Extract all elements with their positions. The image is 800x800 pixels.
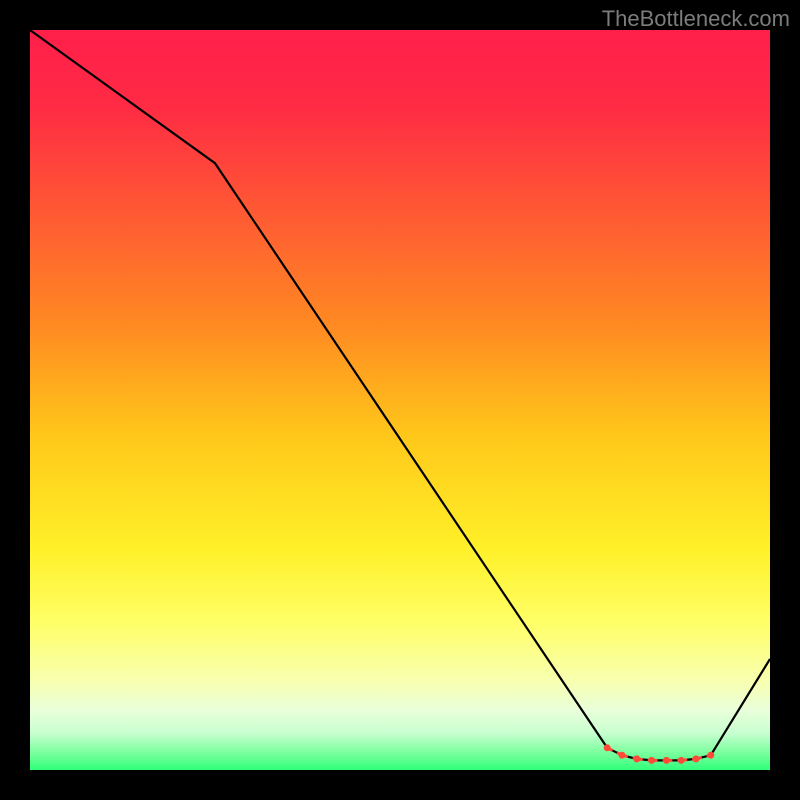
plot-area xyxy=(30,30,770,770)
gradient-background xyxy=(30,30,770,770)
watermark-text: TheBottleneck.com xyxy=(602,6,790,32)
line-chart xyxy=(30,30,770,770)
chart-container: TheBottleneck.com xyxy=(0,0,800,800)
data-point xyxy=(707,752,714,759)
